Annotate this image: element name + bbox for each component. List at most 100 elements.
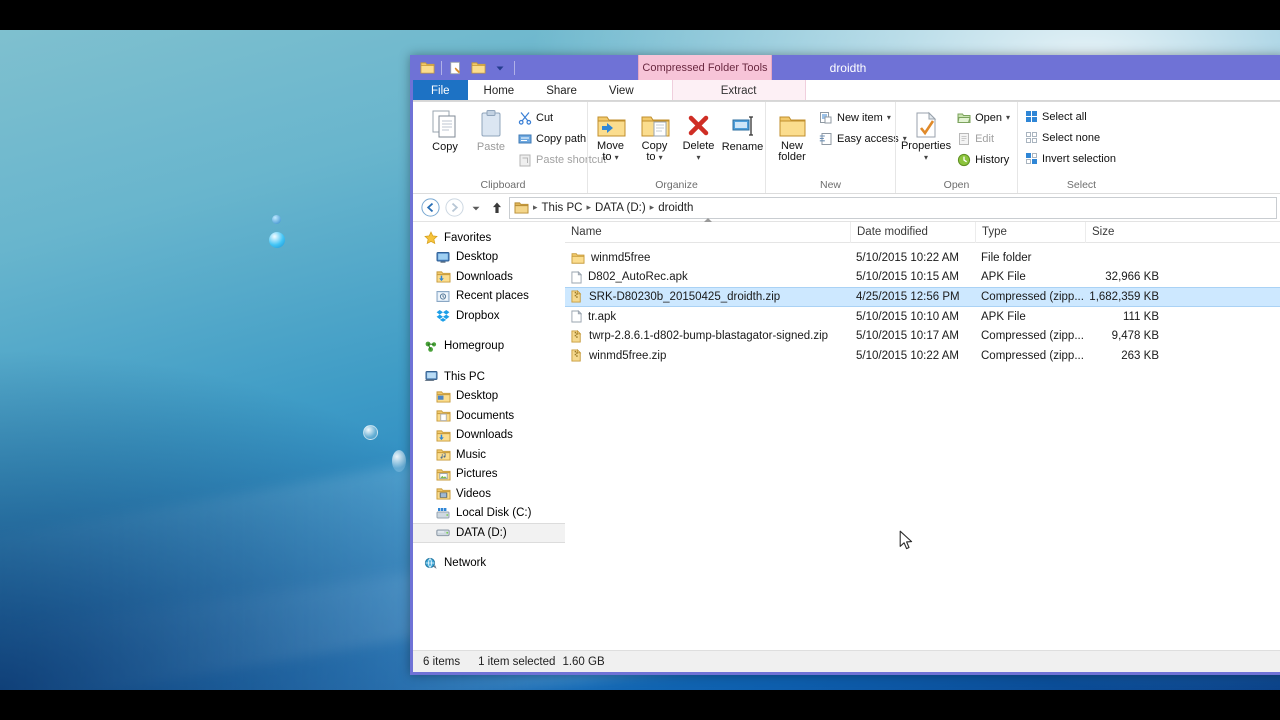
new-folder-icon[interactable] <box>446 58 466 78</box>
properties-button[interactable]: Properties ▾ <box>900 105 952 165</box>
file-name-cell[interactable]: SRK-D80230b_20150425_droidth.zip <box>565 290 850 303</box>
new-folder-icon <box>777 107 807 139</box>
sidebar-item-recent-places[interactable]: Recent places <box>413 287 565 307</box>
paste-button[interactable]: Paste <box>469 105 513 155</box>
date-modified-cell: 5/10/2015 10:22 AM <box>856 251 959 264</box>
select-none-button[interactable]: Select none <box>1022 128 1119 147</box>
select-all-button[interactable]: Select all <box>1022 107 1119 126</box>
file-name-cell[interactable]: twrp-2.8.6.1-d802-bump-blastagator-signe… <box>565 329 850 343</box>
window-title-bar[interactable]: Compressed Folder Tools droidth <box>413 55 1280 80</box>
up-button[interactable] <box>487 197 507 219</box>
copy-to-button[interactable]: Copy to ▾ <box>633 105 677 165</box>
column-header-row[interactable]: Name Date modified Type Size <box>565 217 1280 243</box>
sidebar-item-favorites[interactable]: Favorites <box>413 228 565 248</box>
file-explorer-window[interactable]: Compressed Folder Tools droidth File Hom… <box>410 55 1280 675</box>
sidebar-label: Desktop <box>456 251 499 264</box>
network-icon <box>423 555 439 571</box>
chevron-down-icon[interactable]: ▾ <box>659 153 663 162</box>
column-header-type[interactable]: Type <box>975 221 1085 243</box>
contextual-tab-group: Extract <box>671 80 806 101</box>
size-cell: 263 KB <box>1121 349 1159 362</box>
sidebar-item-downloads[interactable]: Downloads <box>413 426 565 446</box>
sidebar-item-homegroup[interactable]: Homegroup <box>413 337 565 357</box>
chevron-down-icon[interactable]: ▾ <box>924 153 928 162</box>
zip-icon <box>571 349 583 362</box>
tab-share[interactable]: Share <box>530 80 593 101</box>
ribbon-tab-strip[interactable]: File Home Share View Extract <box>413 80 1280 102</box>
sidebar-item-local-disk-c[interactable]: Local Disk (C:) <box>413 504 565 524</box>
recent-locations-button[interactable] <box>467 197 485 219</box>
breadcrumb-droidth[interactable]: droidth <box>658 202 693 214</box>
chevron-down-icon[interactable] <box>490 58 510 78</box>
back-button[interactable] <box>419 197 441 219</box>
quick-access-toolbar[interactable] <box>413 55 517 80</box>
downloads-icon <box>435 269 451 285</box>
sidebar-label: Homegroup <box>444 340 505 353</box>
sidebar-item-data-drive[interactable]: DATA (D:) <box>413 523 565 543</box>
tab-extract[interactable]: Extract <box>705 80 773 101</box>
zip-icon <box>571 329 583 343</box>
tab-view[interactable]: View <box>593 80 650 101</box>
sidebar-label: Network <box>444 557 487 570</box>
table-row[interactable]: winmd5free.zip 5/10/2015 10:22 AM Compre… <box>565 346 1280 366</box>
file-name-cell[interactable]: tr.apk <box>565 310 850 323</box>
new-folder-button[interactable]: New folder <box>770 105 814 165</box>
file-name-cell[interactable]: winmd5free.zip <box>565 349 850 362</box>
chevron-down-icon[interactable]: ▾ <box>615 153 619 162</box>
paste-label: Paste <box>476 141 506 153</box>
table-row[interactable]: SRK-D80230b_20150425_droidth.zip 4/25/20… <box>565 287 1280 307</box>
navigation-pane[interactable]: Favorites Desktop Downloads Recent place… <box>413 222 565 650</box>
sidebar-item-music[interactable]: Music <box>413 445 565 465</box>
column-header-date-modified[interactable]: Date modified <box>850 221 975 243</box>
sidebar-item-pictures[interactable]: Pictures <box>413 465 565 485</box>
copy-button[interactable]: Copy <box>423 105 467 155</box>
edit-button[interactable]: Edit <box>954 129 1013 148</box>
properties-label: Properties <box>900 140 952 152</box>
folder-icon[interactable] <box>417 58 437 78</box>
table-row[interactable]: twrp-2.8.6.1-d802-bump-blastagator-signe… <box>565 326 1280 346</box>
table-row[interactable]: tr.apk 5/10/2015 10:10 AM APK File 111 K… <box>565 307 1280 327</box>
ribbon-group-label-clipboard: Clipboard <box>480 179 526 191</box>
sidebar-item-documents[interactable]: Documents <box>413 406 565 426</box>
sidebar-item-network[interactable]: Network <box>413 554 565 574</box>
bubble-icon <box>269 232 285 248</box>
sidebar-item-desktop[interactable]: Desktop <box>413 387 565 407</box>
breadcrumb-data-drive[interactable]: DATA (D:) <box>595 202 646 214</box>
bubble-icon <box>272 215 281 224</box>
chevron-down-icon[interactable]: ▾ <box>887 113 891 122</box>
properties-folder-icon[interactable] <box>468 58 488 78</box>
open-button[interactable]: Open ▾ <box>954 108 1013 127</box>
copy-path-label: Copy path <box>536 132 587 145</box>
invert-selection-button[interactable]: Invert selection <box>1022 149 1119 168</box>
sidebar-label: Music <box>456 448 487 461</box>
tab-home[interactable]: Home <box>467 80 531 101</box>
rename-icon <box>728 107 758 139</box>
chevron-down-icon[interactable]: ▾ <box>1006 113 1010 122</box>
sidebar-item-dropbox[interactable]: Dropbox <box>413 306 565 326</box>
column-header-name[interactable]: Name <box>565 217 850 243</box>
rename-button[interactable]: Rename <box>721 105 765 155</box>
forward-button[interactable] <box>443 197 465 219</box>
sidebar-item-videos[interactable]: Videos <box>413 484 565 504</box>
table-row[interactable]: D802_AutoRec.apk 5/10/2015 10:15 AM APK … <box>565 268 1280 288</box>
file-name-cell[interactable]: D802_AutoRec.apk <box>565 270 850 284</box>
file-rows[interactable]: winmd5free 5/10/2015 10:22 AM File folde… <box>565 243 1280 650</box>
table-row[interactable]: winmd5free 5/10/2015 10:22 AM File folde… <box>565 248 1280 268</box>
move-to-button[interactable]: Move to ▾ <box>589 105 633 165</box>
breadcrumb-this-pc[interactable]: This PC <box>542 202 583 214</box>
file-list-pane[interactable]: Name Date modified Type Size winmd5free … <box>565 217 1280 650</box>
address-bar[interactable]: ▸ This PC ▸ DATA (D:) ▸ droidth <box>509 196 1277 219</box>
sidebar-item-downloads-fav[interactable]: Downloads <box>413 267 565 287</box>
paste-shortcut-icon <box>518 153 532 167</box>
tab-file[interactable]: File <box>413 80 468 101</box>
delete-button[interactable]: Delete ▾ <box>677 105 721 165</box>
ribbon[interactable]: Copy Paste Cut Copy path Paste shortcut … <box>413 102 1280 194</box>
history-button[interactable]: History <box>954 150 1013 169</box>
sidebar-item-desktop-fav[interactable]: Desktop <box>413 248 565 268</box>
address-bar-row[interactable]: ▸ This PC ▸ DATA (D:) ▸ droidth <box>413 194 1280 221</box>
sidebar-item-this-pc[interactable]: This PC <box>413 367 565 387</box>
file-name-cell[interactable]: winmd5free <box>565 252 850 264</box>
chevron-down-icon[interactable]: ▾ <box>696 153 700 162</box>
column-header-size[interactable]: Size <box>1085 221 1165 243</box>
type-cell: Compressed (zipp... <box>981 349 1084 362</box>
